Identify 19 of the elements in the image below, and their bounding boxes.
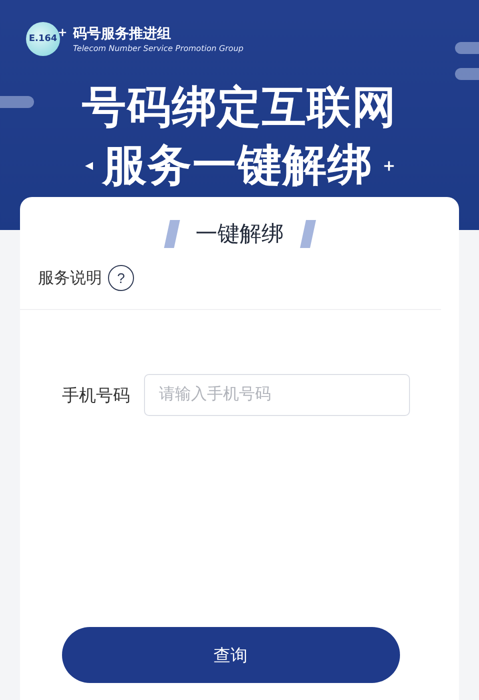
card-title: 一键解绑: [196, 221, 284, 249]
phone-input-field[interactable]: 请输入手机号码: [144, 374, 410, 416]
stripe-icon: [164, 220, 180, 248]
phone-label: 手机号码: [62, 384, 130, 406]
stripe-icon: [300, 220, 316, 248]
pill-ornament: [455, 42, 479, 54]
headline: 号码绑定互联网: [82, 82, 397, 134]
plus-icon: [382, 160, 394, 172]
org-name: 码号服务推进组: [73, 25, 172, 43]
org-name-english: Telecom Number Service Promotion Group: [73, 44, 244, 53]
pill-ornament: [0, 96, 34, 108]
logo: E.164: [26, 22, 60, 56]
query-button[interactable]: 查询: [62, 627, 400, 683]
headline: 服务一键解绑: [102, 140, 372, 192]
service-info-label: 服务说明: [38, 268, 102, 288]
triangle-icon: [84, 162, 92, 170]
help-button[interactable]: ?: [108, 265, 134, 291]
plus-icon: [58, 28, 67, 37]
pill-ornament: [455, 68, 479, 80]
